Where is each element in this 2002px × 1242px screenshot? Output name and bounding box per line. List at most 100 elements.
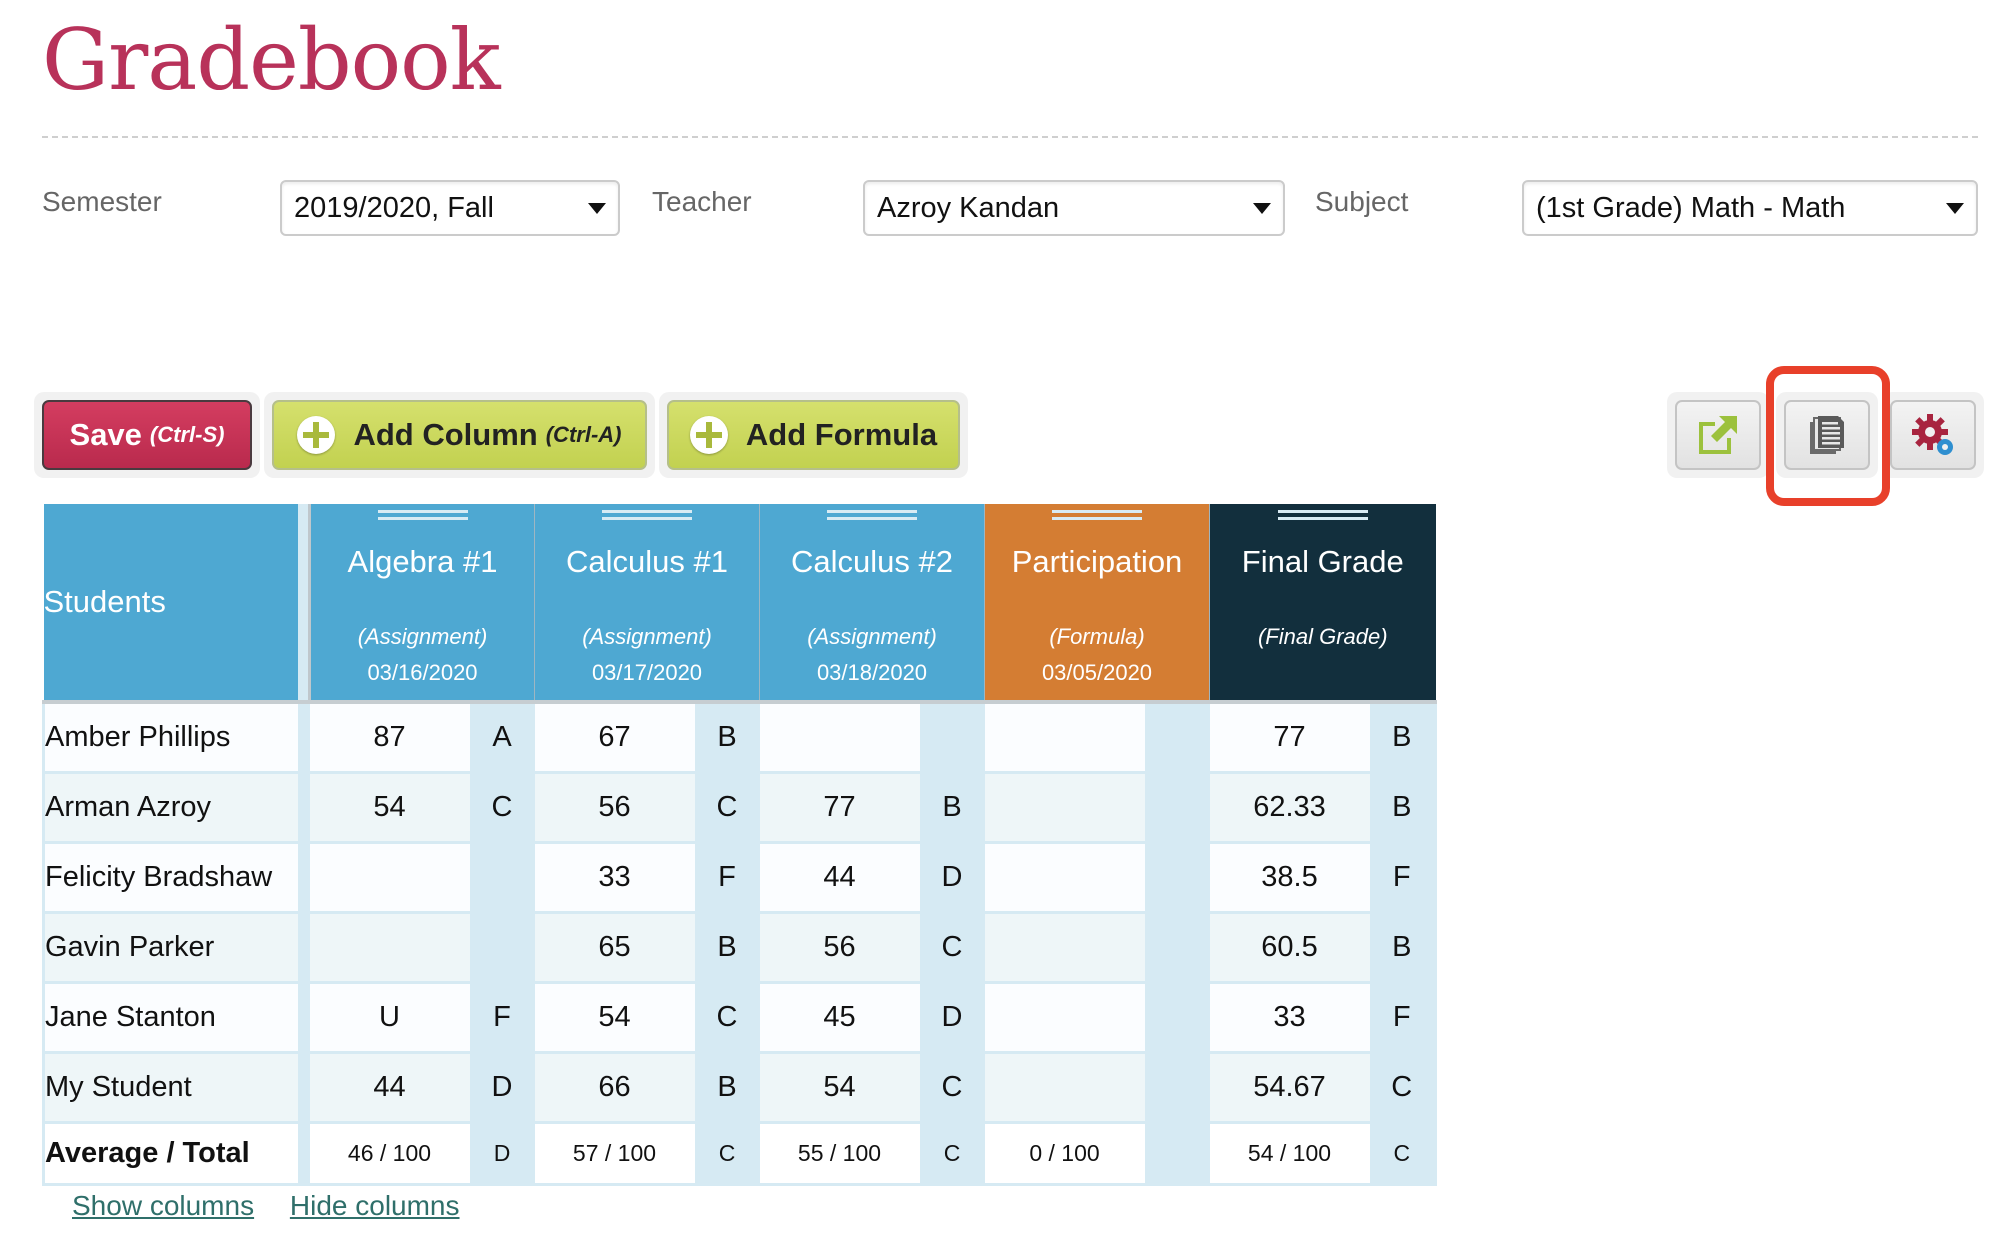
score-cell[interactable] (759, 702, 920, 774)
letter-grade-cell: D (919, 842, 985, 914)
add-formula-button[interactable]: Add Formula (667, 400, 960, 470)
add-column-button-wrapper: Add Column (Ctrl-A) (264, 392, 655, 478)
letter-grade-cell: C (694, 982, 760, 1054)
semester-label: Semester (42, 186, 162, 217)
letter-grade-cell: B (694, 702, 760, 774)
table-row: Arman Azroy 54 C 56 C 77 B 62.33 B (42, 772, 1437, 844)
column-date: 03/18/2020 (816, 660, 928, 685)
column-header[interactable]: Calculus #2 (Assignment) 03/18/2020 (759, 504, 985, 702)
score-cell[interactable]: 62.33 (1209, 772, 1370, 844)
column-type: (Final Grade) (1257, 624, 1388, 649)
column-date: 03/16/2020 (367, 660, 478, 685)
score-cell[interactable]: 38.5 (1209, 842, 1370, 914)
student-name: Average / Total (42, 1122, 298, 1186)
score-cell[interactable] (984, 702, 1145, 774)
student-name: Jane Stanton (42, 982, 298, 1054)
table-row: Amber Phillips 87 A 67 B 77 B (42, 702, 1437, 774)
letter-grade-cell (1144, 1052, 1210, 1124)
export-button[interactable] (1675, 400, 1761, 470)
score-cell[interactable]: U (309, 982, 470, 1054)
student-name: Arman Azroy (42, 772, 298, 844)
letter-grade-cell: A (469, 702, 535, 774)
score-cell[interactable]: 44 (759, 842, 920, 914)
add-formula-button-wrapper: Add Formula (659, 392, 968, 478)
score-cell[interactable]: 67 (534, 702, 695, 774)
column-name: Algebra #1 (347, 544, 498, 579)
score-cell[interactable]: 0 / 100 (984, 1122, 1145, 1186)
score-cell[interactable] (309, 842, 470, 914)
table-row: Gavin Parker 65 B 56 C 60.5 B (42, 912, 1437, 984)
score-cell[interactable] (984, 842, 1145, 914)
drag-handle-icon[interactable] (1277, 510, 1368, 520)
teacher-select[interactable]: Azroy Kandan (863, 180, 1285, 236)
letter-grade-cell: B (1369, 702, 1437, 774)
score-cell[interactable]: 33 (1209, 982, 1370, 1054)
letter-grade-cell: D (469, 1122, 535, 1186)
table-row: My Student 44 D 66 B 54 C 54.67 C (42, 1052, 1437, 1124)
score-cell[interactable]: 44 (309, 1052, 470, 1124)
letter-grade-cell: F (694, 842, 760, 914)
score-cell[interactable]: 54 (309, 772, 470, 844)
score-cell[interactable]: 54 (534, 982, 695, 1054)
semester-select[interactable]: 2019/2020, Fall (280, 180, 620, 236)
letter-grade-cell: C (469, 772, 535, 844)
save-button[interactable]: Save (Ctrl-S) (42, 400, 252, 470)
copy-documents-button[interactable] (1784, 400, 1870, 470)
score-cell[interactable]: 55 / 100 (759, 1122, 920, 1186)
score-cell[interactable]: 54.67 (1209, 1052, 1370, 1124)
score-cell[interactable]: 54 / 100 (1209, 1122, 1370, 1186)
show-columns-link[interactable]: Show columns (72, 1190, 254, 1221)
save-button-wrapper: Save (Ctrl-S) (34, 392, 260, 478)
letter-grade-cell (919, 702, 985, 774)
column-header[interactable]: Final Grade (Final Grade) (1209, 504, 1436, 702)
score-cell[interactable] (309, 912, 470, 984)
letter-grade-cell (1144, 772, 1210, 844)
score-cell[interactable]: 60.5 (1209, 912, 1370, 984)
letter-grade-cell: B (1369, 912, 1437, 984)
score-cell[interactable]: 56 (534, 772, 695, 844)
add-column-button[interactable]: Add Column (Ctrl-A) (272, 400, 647, 470)
score-cell[interactable] (984, 772, 1145, 844)
score-cell[interactable]: 87 (309, 702, 470, 774)
column-header[interactable]: Participation (Formula) 03/05/2020 (984, 504, 1210, 702)
students-header: Students (43, 504, 298, 702)
column-header[interactable]: Calculus #1 (Assignment) 03/17/2020 (534, 504, 760, 702)
settings-button[interactable] (1890, 400, 1976, 470)
score-cell[interactable]: 45 (759, 982, 920, 1054)
drag-handle-icon[interactable] (602, 510, 692, 520)
letter-grade-cell (1144, 702, 1210, 774)
column-separator (297, 1122, 310, 1186)
score-cell[interactable]: 65 (534, 912, 695, 984)
score-cell[interactable]: 33 (534, 842, 695, 914)
drag-handle-icon[interactable] (827, 510, 917, 520)
add-column-shortcut: (Ctrl-A) (545, 422, 622, 447)
score-cell[interactable]: 66 (534, 1052, 695, 1124)
column-name: Calculus #1 (566, 544, 728, 579)
column-header[interactable]: Algebra #1 (Assignment) 03/16/2020 (309, 504, 535, 702)
table-row: Felicity Bradshaw 33 F 44 D 38.5 F (42, 842, 1437, 914)
score-cell[interactable]: 77 (759, 772, 920, 844)
column-separator (297, 702, 310, 774)
subject-select[interactable]: (1st Grade) Math - Math (1522, 180, 1978, 236)
letter-grade-cell: D (919, 982, 985, 1054)
score-cell[interactable]: 46 / 100 (309, 1122, 470, 1186)
letter-grade-cell: B (694, 912, 760, 984)
letter-grade-cell: C (694, 1122, 760, 1186)
title-divider (42, 136, 1978, 138)
column-separator (297, 1052, 310, 1124)
drag-handle-icon[interactable] (1052, 510, 1142, 520)
drag-handle-icon[interactable] (377, 510, 468, 520)
column-date: 03/17/2020 (591, 660, 703, 685)
hide-columns-link[interactable]: Hide columns (290, 1190, 460, 1221)
score-cell[interactable] (984, 982, 1145, 1054)
score-cell[interactable]: 77 (1209, 702, 1370, 774)
score-cell[interactable] (984, 912, 1145, 984)
add-formula-label: Add Formula (745, 417, 938, 452)
letter-grade-cell: C (1369, 1122, 1437, 1186)
column-separator (297, 912, 310, 984)
table-row: Jane Stanton U F 54 C 45 D 33 F (42, 982, 1437, 1054)
score-cell[interactable]: 57 / 100 (534, 1122, 695, 1186)
score-cell[interactable]: 56 (759, 912, 920, 984)
score-cell[interactable] (984, 1052, 1145, 1124)
score-cell[interactable]: 54 (759, 1052, 920, 1124)
